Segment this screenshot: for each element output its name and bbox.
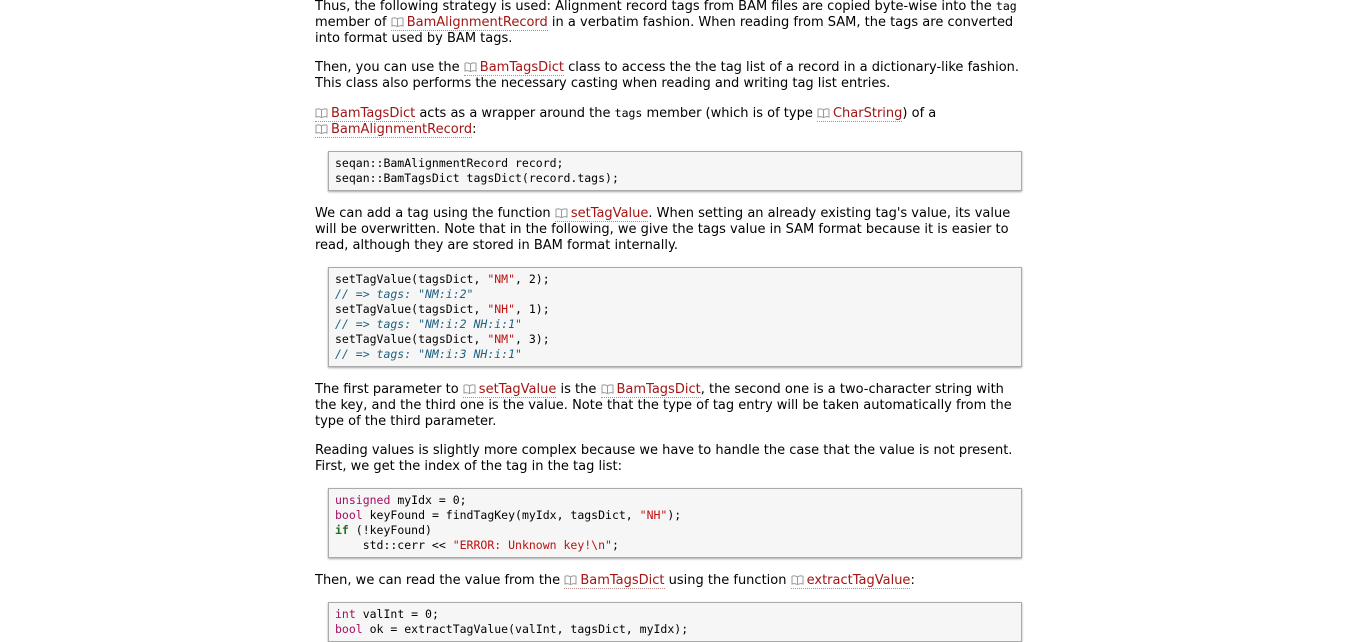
link-charstring[interactable]: CharString: [816, 106, 903, 122]
code-line: unsigned myIdx = 0;: [335, 493, 467, 507]
code-line: std::cerr << "ERROR: Unknown key!\n";: [335, 538, 619, 552]
text: acts as a wrapper around the: [415, 106, 615, 121]
code-line: bool ok = extractTagValue(valInt, tagsDi…: [335, 622, 689, 636]
code-block-findtagkey: unsigned myIdx = 0; bool keyFound = findT…: [328, 488, 1022, 558]
text: the key, and the third one is the value.…: [315, 398, 1012, 413]
book-icon: [817, 108, 830, 118]
code-block-declaration: seqan::BamAlignmentRecord record; seqan::…: [328, 151, 1022, 191]
link-bamalignmentrecord[interactable]: BamAlignmentRecord: [390, 15, 548, 31]
text: First, we get the index of the tag in th…: [315, 459, 622, 474]
text: is the: [556, 382, 601, 397]
text: member (which is of type: [642, 106, 817, 121]
inline-code-tags: tags: [614, 106, 643, 120]
code-line: if (!keyFound): [335, 523, 432, 537]
text: This class also performs the necessary c…: [315, 76, 891, 91]
link-settagvalue[interactable]: setTagValue: [462, 382, 557, 398]
code-line: setTagValue(tagsDict, "NH", 1);: [335, 302, 550, 316]
link-bamtagsdict[interactable]: BamTagsDict: [463, 60, 564, 76]
paragraph-extract-value: Then, we can read the value from the Bam…: [315, 573, 1050, 589]
text: member of: [315, 15, 391, 30]
code-comment: // => tags: "NM:i:2": [335, 287, 474, 301]
book-icon: [601, 384, 614, 394]
paragraph-reading-values: Reading values is slightly more complex …: [315, 443, 1050, 475]
paragraph-parameters: The first parameter to setTagValue is th…: [315, 382, 1050, 430]
link-settagvalue[interactable]: setTagValue: [554, 206, 649, 222]
book-icon: [315, 124, 328, 134]
link-bamtagsdict[interactable]: BamTagsDict: [600, 382, 701, 398]
code-line: setTagValue(tagsDict, "NM", 2);: [335, 272, 550, 286]
book-icon: [555, 208, 568, 218]
inline-code-tag: tag: [995, 0, 1017, 13]
paragraph-tagsdict-wrapper: BamTagsDict acts as a wrapper around the…: [315, 105, 1050, 138]
document-content: Thus, the following strategy is used: Al…: [315, 0, 1050, 642]
text: :: [910, 573, 915, 588]
book-icon: [315, 108, 328, 118]
paragraph-settagvalue: We can add a tag using the function setT…: [315, 206, 1050, 254]
link-bamalignmentrecord[interactable]: BamAlignmentRecord: [315, 122, 473, 138]
code-line: seqan::BamTagsDict tagsDict(record.tags)…: [335, 171, 619, 185]
code-line: setTagValue(tagsDict, "NM", 3);: [335, 332, 550, 346]
code-line: int valInt = 0;: [335, 607, 439, 621]
code-line: seqan::BamAlignmentRecord record;: [335, 156, 564, 170]
code-line: bool keyFound = findTagKey(myIdx, tagsDi…: [335, 508, 682, 522]
link-extracttagvalue[interactable]: extractTagValue: [790, 573, 911, 589]
code-block-settagvalue: setTagValue(tagsDict, "NM", 2);// => tag…: [328, 267, 1022, 367]
book-icon: [791, 575, 804, 585]
text: Then, you can use the: [315, 60, 464, 75]
book-icon: [564, 575, 577, 585]
paragraph-tagsdict-intro: Then, you can use the BamTagsDict class …: [315, 60, 1050, 92]
text: in a verbatim fashion. When reading from…: [547, 15, 1014, 30]
link-bamtagsdict[interactable]: BamTagsDict: [315, 106, 416, 122]
text: class to access the the tag list of a re…: [564, 60, 1020, 75]
text: will be overwritten. Note that in the fo…: [315, 222, 1009, 237]
text: read, although they are stored in BAM fo…: [315, 238, 678, 253]
text: We can add a tag using the function: [315, 206, 555, 221]
book-icon: [464, 62, 477, 72]
text: , the second one is a two-character stri…: [700, 382, 1004, 397]
text: using the function: [664, 573, 791, 588]
text: ) of a: [902, 106, 937, 121]
book-icon: [391, 17, 404, 27]
text: The first parameter to: [315, 382, 463, 397]
text: . When setting an already existing tag's…: [648, 206, 1011, 221]
text: type of the third parameter.: [315, 414, 497, 429]
text: Reading values is slightly more complex …: [315, 443, 1013, 458]
text: :: [472, 122, 477, 137]
code-comment: // => tags: "NM:i:2 NH:i:1": [335, 317, 522, 331]
text: Thus, the following strategy is used: Al…: [315, 0, 996, 14]
paragraph-bam-strategy: Thus, the following strategy is used: Al…: [315, 0, 1050, 47]
code-comment: // => tags: "NM:i:3 NH:i:1": [335, 347, 522, 361]
text: Then, we can read the value from the: [315, 573, 565, 588]
book-icon: [463, 384, 476, 394]
text: into format used by BAM tags.: [315, 31, 513, 46]
code-block-extracttagvalue: int valInt = 0; bool ok = extractTagValue…: [328, 602, 1022, 642]
link-bamtagsdict[interactable]: BamTagsDict: [564, 573, 665, 589]
